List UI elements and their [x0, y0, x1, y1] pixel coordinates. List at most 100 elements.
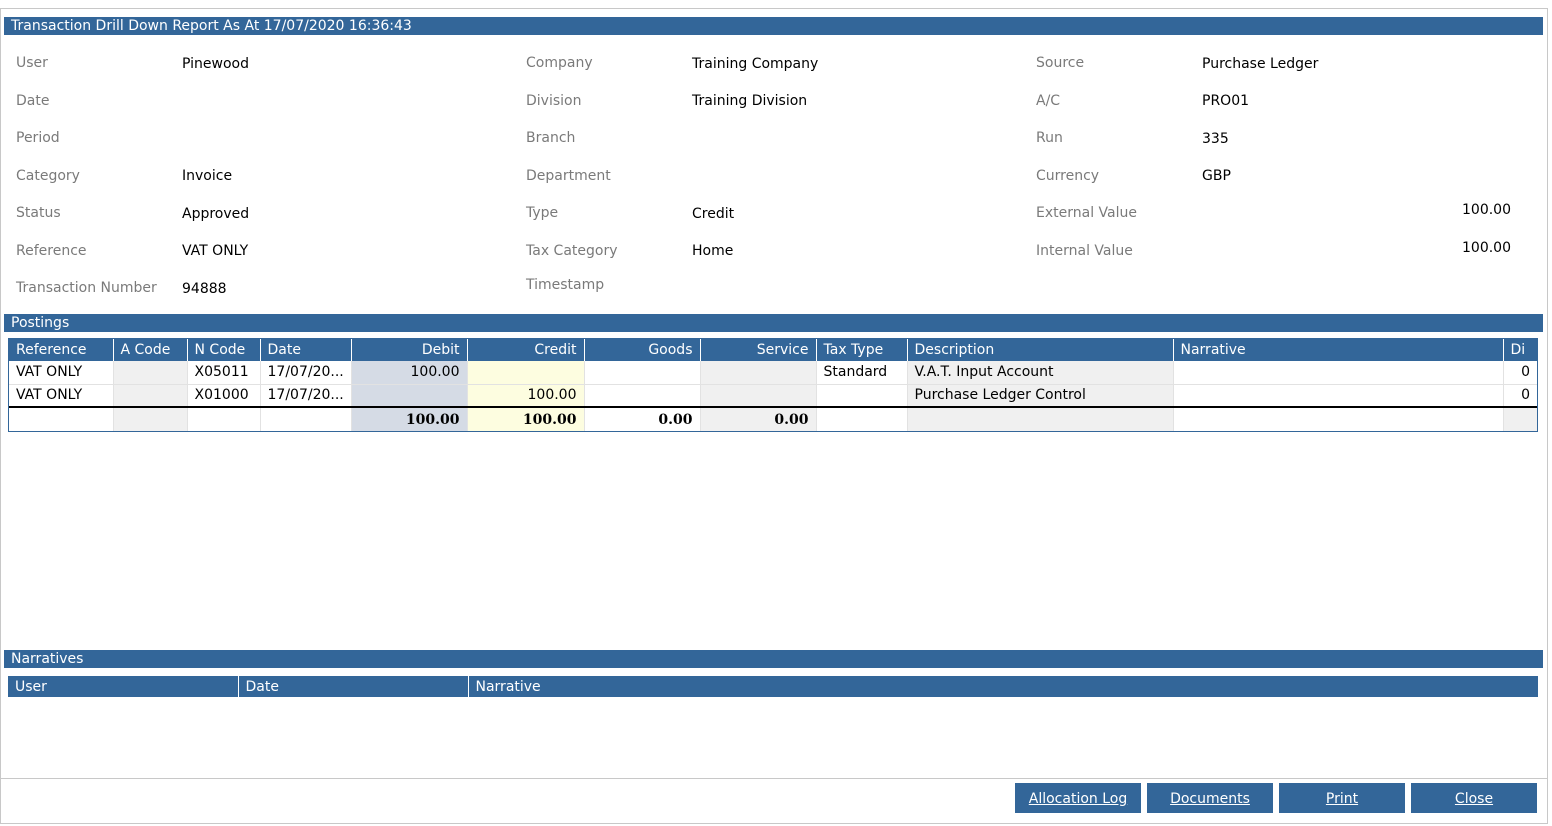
- reference-label: Reference: [16, 243, 87, 259]
- cell-reference: VAT ONLY: [9, 361, 114, 385]
- user-label: User: [16, 55, 48, 71]
- col-header-user[interactable]: User: [8, 676, 239, 697]
- total-service: 0.00: [700, 406, 817, 431]
- col-header-credit[interactable]: Credit: [467, 339, 585, 361]
- total-debit: 100.00: [351, 406, 468, 431]
- col-header-debit[interactable]: Debit: [351, 339, 468, 361]
- cell-narrative: [1173, 384, 1504, 408]
- category-value: Invoice: [182, 168, 233, 184]
- cell-di: 0: [1503, 361, 1537, 385]
- col-header-date[interactable]: Date: [238, 676, 469, 697]
- postings-section-title: Postings: [4, 314, 1543, 332]
- col-header-a-code[interactable]: A Code: [113, 339, 188, 361]
- col-header-goods[interactable]: Goods: [584, 339, 701, 361]
- total-cell-description: [907, 406, 1174, 431]
- total-cell-narrative: [1173, 406, 1504, 431]
- close-button[interactable]: Close: [1411, 783, 1537, 813]
- internal-value: 100.00: [1462, 240, 1511, 256]
- total-goods: 0.00: [584, 406, 701, 431]
- company-label: Company: [526, 55, 593, 71]
- total-cell-a-code: [113, 406, 188, 431]
- ac-label: A/C: [1036, 93, 1061, 109]
- col-header-di[interactable]: Di: [1503, 339, 1537, 361]
- total-cell-reference: [9, 406, 114, 431]
- status-value: Approved: [182, 206, 250, 222]
- ac-value: PRO01: [1202, 93, 1250, 109]
- col-header-description[interactable]: Description: [907, 339, 1174, 361]
- transaction-number-label: Transaction Number: [16, 280, 157, 296]
- cell-a-code: [113, 361, 188, 385]
- cell-tax-type: [816, 384, 908, 408]
- cell-n-code: X05011: [187, 361, 261, 385]
- report-title: Transaction Drill Down Report As At 17/0…: [4, 17, 1543, 35]
- tax-category-label: Tax Category: [526, 243, 618, 259]
- company-value: Training Company: [692, 56, 819, 72]
- table-row[interactable]: VAT ONLY X01000 17/07/20... 100.00 Purch…: [9, 384, 1537, 408]
- external-value-label: External Value: [1036, 205, 1137, 221]
- col-header-reference[interactable]: Reference: [9, 339, 114, 361]
- tax-category-value: Home: [692, 243, 734, 259]
- col-header-date[interactable]: Date: [260, 339, 352, 361]
- footer-divider: [1, 778, 1547, 779]
- cell-debit: [351, 384, 468, 408]
- cell-di: 0: [1503, 384, 1537, 408]
- narratives-section-title: Narratives: [4, 650, 1543, 668]
- source-label: Source: [1036, 55, 1085, 71]
- cell-description: Purchase Ledger Control: [907, 384, 1174, 408]
- run-label: Run: [1036, 130, 1063, 146]
- cell-narrative: [1173, 361, 1504, 385]
- documents-button[interactable]: Documents: [1147, 783, 1273, 813]
- cell-tax-type: Standard: [816, 361, 908, 385]
- cell-goods: [584, 361, 701, 385]
- cell-goods: [584, 384, 701, 408]
- type-label: Type: [526, 205, 559, 221]
- category-label: Category: [16, 168, 80, 184]
- total-cell-n-code: [187, 406, 261, 431]
- postings-grid[interactable]: Reference A Code N Code Date Debit Credi…: [8, 338, 1538, 432]
- col-header-narrative[interactable]: Narrative: [468, 676, 1538, 697]
- totals-row: 100.00 100.00 0.00 0.00: [9, 406, 1537, 431]
- cell-debit: 100.00: [351, 361, 468, 385]
- timestamp-label: Timestamp: [526, 277, 605, 293]
- source-value: Purchase Ledger: [1202, 56, 1319, 72]
- external-value: 100.00: [1462, 202, 1511, 218]
- period-label: Period: [16, 130, 60, 146]
- currency-value: GBP: [1202, 168, 1231, 184]
- cell-reference: VAT ONLY: [9, 384, 114, 408]
- total-cell-di: [1503, 406, 1537, 431]
- cell-a-code: [113, 384, 188, 408]
- cell-n-code: X01000: [187, 384, 261, 408]
- division-label: Division: [526, 93, 582, 109]
- col-header-n-code[interactable]: N Code: [187, 339, 261, 361]
- cell-date: 17/07/20...: [260, 384, 352, 408]
- cell-description: V.A.T. Input Account: [907, 361, 1174, 385]
- reference-value: VAT ONLY: [182, 243, 249, 259]
- narratives-header-row: User Date Narrative: [8, 676, 1538, 697]
- total-cell-date: [260, 406, 352, 431]
- type-value: Credit: [692, 206, 735, 222]
- internal-value-label: Internal Value: [1036, 243, 1133, 259]
- cell-date: 17/07/20...: [260, 361, 352, 385]
- currency-label: Currency: [1036, 168, 1100, 184]
- date-label: Date: [16, 93, 50, 109]
- postings-header-row: Reference A Code N Code Date Debit Credi…: [9, 339, 1537, 361]
- run-value: 335: [1202, 131, 1229, 147]
- allocation-log-button[interactable]: Allocation Log: [1015, 783, 1141, 813]
- print-button[interactable]: Print: [1279, 783, 1405, 813]
- narratives-grid[interactable]: User Date Narrative: [8, 676, 1538, 697]
- cell-service: [700, 361, 817, 385]
- user-value: Pinewood: [182, 56, 249, 72]
- total-credit: 100.00: [467, 406, 585, 431]
- col-header-narrative[interactable]: Narrative: [1173, 339, 1504, 361]
- col-header-tax-type[interactable]: Tax Type: [816, 339, 908, 361]
- table-row[interactable]: VAT ONLY X05011 17/07/20... 100.00 Stand…: [9, 361, 1537, 385]
- department-label: Department: [526, 168, 611, 184]
- total-cell-tax-type: [816, 406, 908, 431]
- status-label: Status: [16, 205, 61, 221]
- branch-label: Branch: [526, 130, 576, 146]
- transaction-number-value: 94888: [182, 281, 227, 297]
- division-value: Training Division: [692, 93, 808, 109]
- cell-service: [700, 384, 817, 408]
- col-header-service[interactable]: Service: [700, 339, 817, 361]
- cell-credit: [467, 361, 585, 385]
